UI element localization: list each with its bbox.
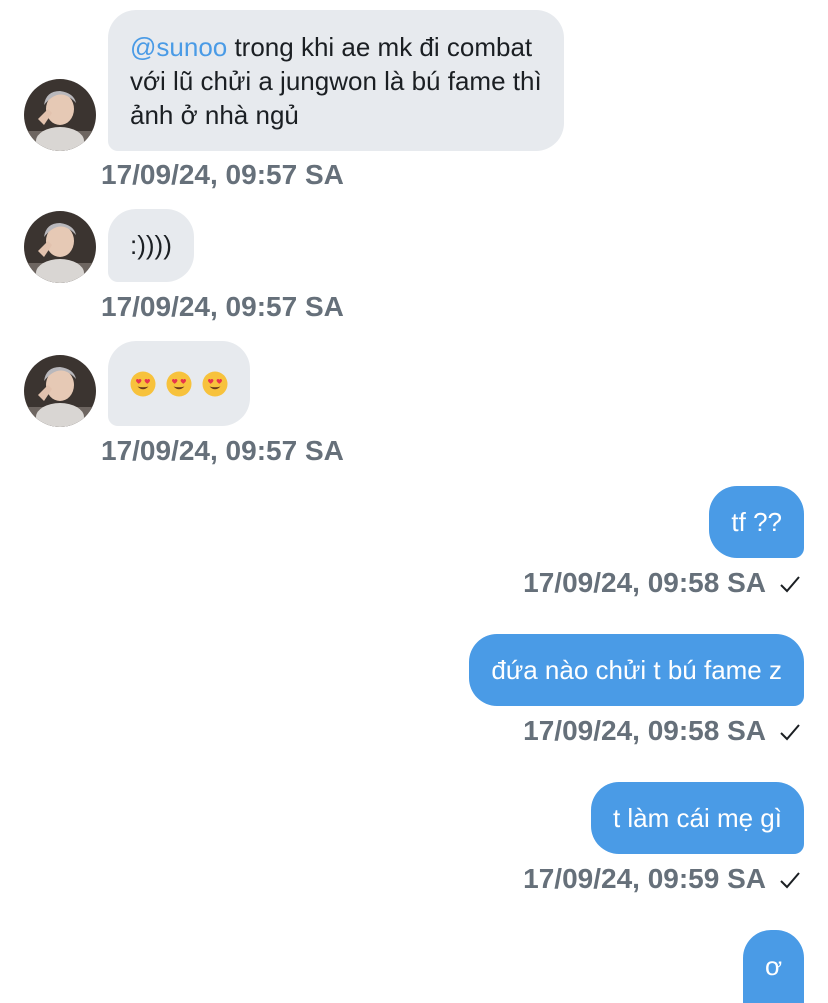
message-bubble-incoming[interactable]: :)))) (108, 209, 194, 282)
message-timestamp: 17/09/24, 09:57 SA (101, 435, 344, 466)
avatar-photo (24, 79, 96, 151)
avatar-photo (24, 355, 96, 427)
message-text: trong khi ae mk đi combat (227, 32, 533, 62)
message-line: @sunoo trong khi ae mk đi combat (130, 30, 542, 64)
message-line: ảnh ở nhà ngủ (130, 100, 299, 130)
message-line: với lũ chửi a jungwon là bú fame thì (130, 66, 542, 96)
sent-check-icon (780, 576, 800, 593)
avatar-photo (24, 211, 96, 283)
avatar[interactable] (24, 79, 96, 151)
message-bubble-incoming[interactable] (108, 341, 250, 426)
message-text: tf ?? (731, 507, 782, 537)
message-bubble-outgoing[interactable]: đứa nào chửi t bú fame z (469, 634, 804, 706)
avatar[interactable] (24, 355, 96, 427)
message-text: ơ (764, 951, 782, 981)
message-timestamp: 17/09/24, 09:59 SA (523, 863, 766, 894)
message-text: t làm cái mẹ gì (612, 803, 782, 833)
sent-check-icon (780, 724, 800, 741)
heart-eyes-emoji (202, 371, 228, 397)
message-timestamp: 17/09/24, 09:58 SA (523, 567, 766, 598)
message-timestamp: 17/09/24, 09:57 SA (101, 159, 344, 190)
heart-eyes-emoji (130, 371, 156, 397)
message-text: đứa nào chửi t bú fame z (491, 655, 782, 685)
heart-eyes-emoji (166, 371, 192, 397)
message-timestamp: 17/09/24, 09:57 SA (101, 291, 344, 322)
message-bubble-incoming[interactable]: @sunoo trong khi ae mk đi combat với lũ … (108, 10, 564, 151)
conversation-thread: @sunoo trong khi ae mk đi combat với lũ … (0, 0, 828, 1003)
message-timestamp: 17/09/24, 09:58 SA (523, 715, 766, 746)
message-text: :)))) (130, 230, 172, 260)
message-bubble-outgoing[interactable]: t làm cái mẹ gì (590, 782, 804, 854)
avatar[interactable] (24, 211, 96, 283)
mention-link[interactable]: @sunoo (130, 32, 227, 62)
message-bubble-outgoing[interactable]: ơ (742, 930, 804, 1003)
sent-check-icon (780, 872, 800, 889)
message-bubble-outgoing[interactable]: tf ?? (709, 486, 804, 558)
